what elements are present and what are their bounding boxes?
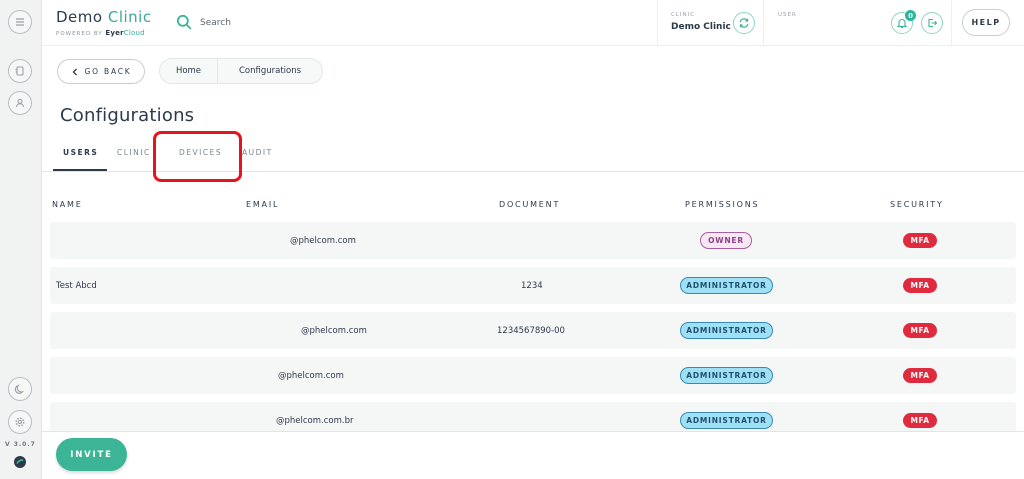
version-label: V 3.0.7 — [5, 441, 36, 448]
user-icon — [15, 98, 25, 108]
settings-nav-icon[interactable] — [8, 410, 32, 434]
permission-badge: OWNER — [700, 232, 752, 249]
user-document: 1234 — [521, 280, 543, 291]
breadcrumb: Home Configurations — [159, 58, 323, 84]
hamburger-icon — [16, 18, 24, 26]
moon-icon — [14, 384, 25, 394]
mfa-badge: MFA — [903, 278, 937, 293]
powered-by-eyer: Eyer — [105, 29, 124, 37]
switch-clinic-button[interactable] — [733, 12, 755, 34]
table-row[interactable]: @phelcom.com 1234567890-00 ADMINISTRATOR… — [50, 312, 1016, 349]
column-header-name[interactable]: NAME — [52, 200, 83, 209]
permission-badge: ADMINISTRATOR — [680, 412, 773, 429]
chevron-left-icon — [72, 68, 77, 75]
powered-by-cloud: Cloud — [123, 29, 145, 37]
top-header: Demo Clinic POWERED BY EyerCloud CLINIC … — [42, 0, 1024, 46]
tab-clinic[interactable]: CLINIC — [117, 148, 151, 157]
go-back-label: GO BACK — [84, 67, 132, 76]
user-email: @phelcom.com — [290, 235, 356, 246]
header-divider — [951, 0, 952, 46]
user-caption: USER — [778, 12, 797, 18]
clinic-caption: CLINIC — [671, 12, 696, 18]
permission-badge: ADMINISTRATOR — [680, 367, 773, 384]
sidebar: V 3.0.7 — [0, 0, 42, 479]
search-input[interactable] — [200, 15, 400, 31]
mfa-badge: MFA — [903, 323, 937, 338]
help-button[interactable]: HELP — [962, 9, 1010, 36]
notification-count-badge: 0 — [905, 10, 916, 21]
permission-badge: ADMINISTRATOR — [680, 277, 773, 294]
devices-tab-highlight — [153, 131, 242, 182]
column-header-permissions[interactable]: PERMISSIONS — [685, 200, 759, 209]
invite-button[interactable]: INVITE — [56, 438, 127, 471]
brand-logo[interactable]: Demo Clinic — [56, 8, 152, 26]
logout-button[interactable] — [921, 12, 943, 34]
mfa-badge: MFA — [903, 233, 937, 248]
user-email: @phelcom.com — [278, 370, 344, 381]
menu-icon[interactable] — [8, 10, 32, 34]
breadcrumb-home[interactable]: Home — [160, 59, 218, 83]
exams-nav-icon[interactable] — [8, 59, 32, 83]
column-header-email[interactable]: EMAIL — [246, 200, 279, 209]
mfa-badge: MFA — [903, 368, 937, 383]
breadcrumb-configurations[interactable]: Configurations — [218, 66, 322, 76]
table-row[interactable]: @phelcom.com ADMINISTRATOR MFA — [50, 357, 1016, 394]
table-row[interactable]: Test Abcd 1234 ADMINISTRATOR MFA — [50, 267, 1016, 304]
column-header-document[interactable]: DOCUMENT — [499, 200, 560, 209]
document-icon — [15, 66, 24, 76]
mfa-badge: MFA — [903, 413, 937, 428]
user-name: Test Abcd — [56, 280, 97, 291]
go-back-button[interactable]: GO BACK — [57, 59, 145, 84]
powered-by: POWERED BY EyerCloud — [56, 29, 145, 37]
header-divider — [763, 0, 764, 46]
patients-nav-icon[interactable] — [8, 91, 32, 115]
tab-users[interactable]: USERS — [63, 148, 98, 157]
page-title: Configurations — [60, 105, 195, 126]
column-header-security[interactable]: SECURITY — [890, 200, 944, 209]
footer-bar — [42, 431, 1024, 479]
table-row[interactable]: @phelcom.com OWNER MFA — [50, 222, 1016, 259]
permission-badge: ADMINISTRATOR — [680, 322, 773, 339]
search-icon[interactable] — [176, 14, 192, 30]
gear-icon — [15, 417, 25, 427]
clinic-name: Demo Clinic — [671, 22, 731, 32]
logout-icon — [928, 18, 938, 28]
dark-mode-toggle[interactable] — [8, 377, 32, 401]
user-document: 1234567890-00 — [497, 325, 565, 336]
tab-audit[interactable]: AUDIT — [242, 148, 273, 157]
brand-name-primary: Demo — [56, 8, 103, 26]
eyercloud-logo-icon — [14, 456, 26, 468]
powered-by-caption: POWERED BY — [56, 31, 103, 37]
user-email: @phelcom.com — [301, 325, 367, 336]
refresh-icon — [739, 18, 749, 28]
header-divider — [657, 0, 658, 46]
brand-name-secondary: Clinic — [107, 8, 152, 26]
